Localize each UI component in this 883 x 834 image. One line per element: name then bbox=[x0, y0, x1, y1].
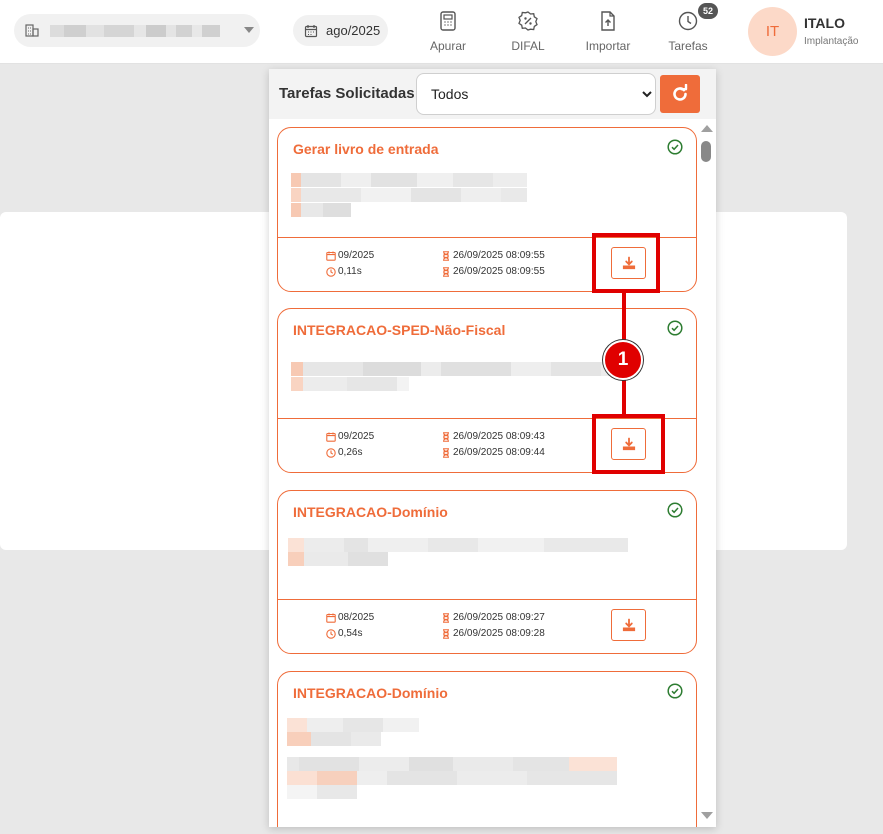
task-duration-value: 0,11s bbox=[338, 266, 362, 277]
download-icon bbox=[622, 618, 635, 632]
nav-difal-label: DIFAL bbox=[511, 39, 545, 53]
task-details-redacted bbox=[287, 718, 419, 732]
task-details-redacted bbox=[291, 173, 527, 187]
task-period: 08/2025 bbox=[326, 612, 374, 623]
user-role: Implantação bbox=[804, 36, 859, 47]
task-details-redacted bbox=[287, 785, 357, 799]
check-circle-icon bbox=[667, 320, 683, 336]
nav-importar-label: Importar bbox=[585, 39, 631, 53]
task-start-value: 26/09/2025 08:09:27 bbox=[453, 612, 545, 623]
calendar-icon bbox=[326, 613, 336, 623]
calendar-icon bbox=[326, 432, 336, 442]
highlight-box bbox=[592, 414, 665, 474]
task-duration-value: 0,54s bbox=[338, 628, 363, 639]
task-details-redacted bbox=[287, 732, 381, 746]
task-end-value: 26/09/2025 08:09:44 bbox=[453, 447, 545, 458]
scroll-up-arrow[interactable] bbox=[701, 125, 713, 132]
company-name-redacted bbox=[50, 25, 220, 37]
task-title: INTEGRACAO-Domínio bbox=[293, 504, 448, 520]
calendar-icon bbox=[326, 251, 336, 261]
task-end-value: 26/09/2025 08:09:55 bbox=[453, 266, 545, 277]
task-card: INTEGRACAO-Domínio 08/2025 0,54s 26/09/2… bbox=[277, 490, 697, 654]
task-period-value: 09/2025 bbox=[338, 250, 375, 261]
period-select[interactable]: ago/2025 bbox=[293, 15, 388, 46]
hourglass-icon bbox=[443, 628, 449, 639]
file-upload-icon bbox=[601, 11, 615, 31]
check-circle-icon bbox=[667, 139, 683, 155]
company-select[interactable] bbox=[14, 14, 260, 47]
task-details-redacted bbox=[287, 771, 617, 785]
user-name: ITALO bbox=[804, 15, 845, 31]
task-duration: 0,54s bbox=[326, 628, 362, 639]
task-details-redacted bbox=[288, 538, 628, 552]
task-start-value: 26/09/2025 08:09:43 bbox=[453, 431, 545, 442]
task-end-time: 26/09/2025 08:09:55 bbox=[441, 266, 545, 277]
task-details-redacted bbox=[291, 188, 527, 202]
chevron-down-icon bbox=[244, 27, 254, 33]
task-title: INTEGRACAO-Domínio bbox=[293, 685, 448, 701]
scroll-down-arrow[interactable] bbox=[701, 812, 713, 819]
hourglass-icon bbox=[443, 447, 449, 458]
task-start-value: 26/09/2025 08:09:55 bbox=[453, 250, 545, 261]
nav-apurar[interactable]: Apurar bbox=[413, 10, 483, 58]
avatar[interactable]: IT bbox=[748, 7, 797, 56]
nav-apurar-label: Apurar bbox=[429, 39, 467, 53]
task-period: 09/2025 bbox=[326, 431, 374, 442]
check-circle-icon bbox=[667, 683, 683, 699]
building-icon bbox=[25, 24, 39, 37]
calendar-icon bbox=[304, 24, 318, 37]
task-start-time: 26/09/2025 08:09:43 bbox=[441, 431, 545, 442]
task-period-value: 09/2025 bbox=[338, 431, 375, 442]
highlight-box bbox=[592, 233, 660, 293]
step-marker: 1 bbox=[603, 340, 643, 380]
refresh-icon bbox=[673, 84, 688, 101]
task-end-time: 26/09/2025 08:09:44 bbox=[441, 447, 545, 458]
tasks-panel-title: Tarefas Solicitadas bbox=[279, 85, 415, 102]
clock-icon bbox=[326, 447, 336, 458]
task-title: Gerar livro de entrada bbox=[293, 141, 439, 157]
refresh-button[interactable] bbox=[660, 75, 700, 113]
task-duration-value: 0,26s bbox=[338, 447, 363, 458]
card-divider bbox=[278, 599, 696, 600]
clock-icon bbox=[678, 11, 698, 31]
task-start-time: 26/09/2025 08:09:55 bbox=[441, 250, 545, 261]
clock-icon bbox=[326, 628, 336, 639]
tasks-panel-header: Tarefas Solicitadas Todos bbox=[269, 69, 716, 119]
task-details-redacted bbox=[291, 203, 351, 217]
task-details-redacted bbox=[287, 757, 617, 771]
nav-tarefas-label: Tarefas bbox=[668, 39, 708, 53]
hourglass-icon bbox=[443, 612, 449, 623]
task-period: 09/2025 bbox=[326, 250, 374, 261]
task-title: INTEGRACAO-SPED-Não-Fiscal bbox=[293, 322, 506, 338]
task-period-value: 08/2025 bbox=[338, 612, 375, 623]
check-circle-icon bbox=[667, 502, 683, 518]
task-details-redacted bbox=[291, 377, 409, 391]
download-button[interactable] bbox=[611, 609, 646, 641]
task-duration: 0,11s bbox=[326, 266, 362, 277]
task-end-time: 26/09/2025 08:09:28 bbox=[441, 628, 545, 639]
scrollbar-thumb[interactable] bbox=[701, 141, 711, 162]
nav-difal[interactable]: DIFAL bbox=[493, 10, 563, 58]
task-details-redacted bbox=[291, 362, 617, 376]
period-value: ago/2025 bbox=[326, 23, 381, 38]
task-start-time: 26/09/2025 08:09:27 bbox=[441, 612, 545, 623]
task-duration: 0,26s bbox=[326, 447, 362, 458]
clock-icon bbox=[326, 266, 336, 277]
percent-badge-icon bbox=[518, 11, 538, 31]
task-card: INTEGRACAO-Domínio bbox=[277, 671, 697, 827]
hourglass-icon bbox=[443, 250, 449, 261]
hourglass-icon bbox=[443, 266, 449, 277]
task-details-redacted bbox=[288, 552, 388, 566]
hourglass-icon bbox=[443, 431, 449, 442]
tasks-filter-select[interactable]: Todos bbox=[416, 73, 656, 115]
tasks-count-badge: 52 bbox=[698, 3, 718, 19]
nav-importar[interactable]: Importar bbox=[573, 10, 643, 58]
top-bar: ago/2025 Apurar DIFAL Importar Tarefas 5… bbox=[0, 0, 883, 64]
calculator-icon bbox=[440, 11, 456, 31]
task-end-value: 26/09/2025 08:09:28 bbox=[453, 628, 545, 639]
